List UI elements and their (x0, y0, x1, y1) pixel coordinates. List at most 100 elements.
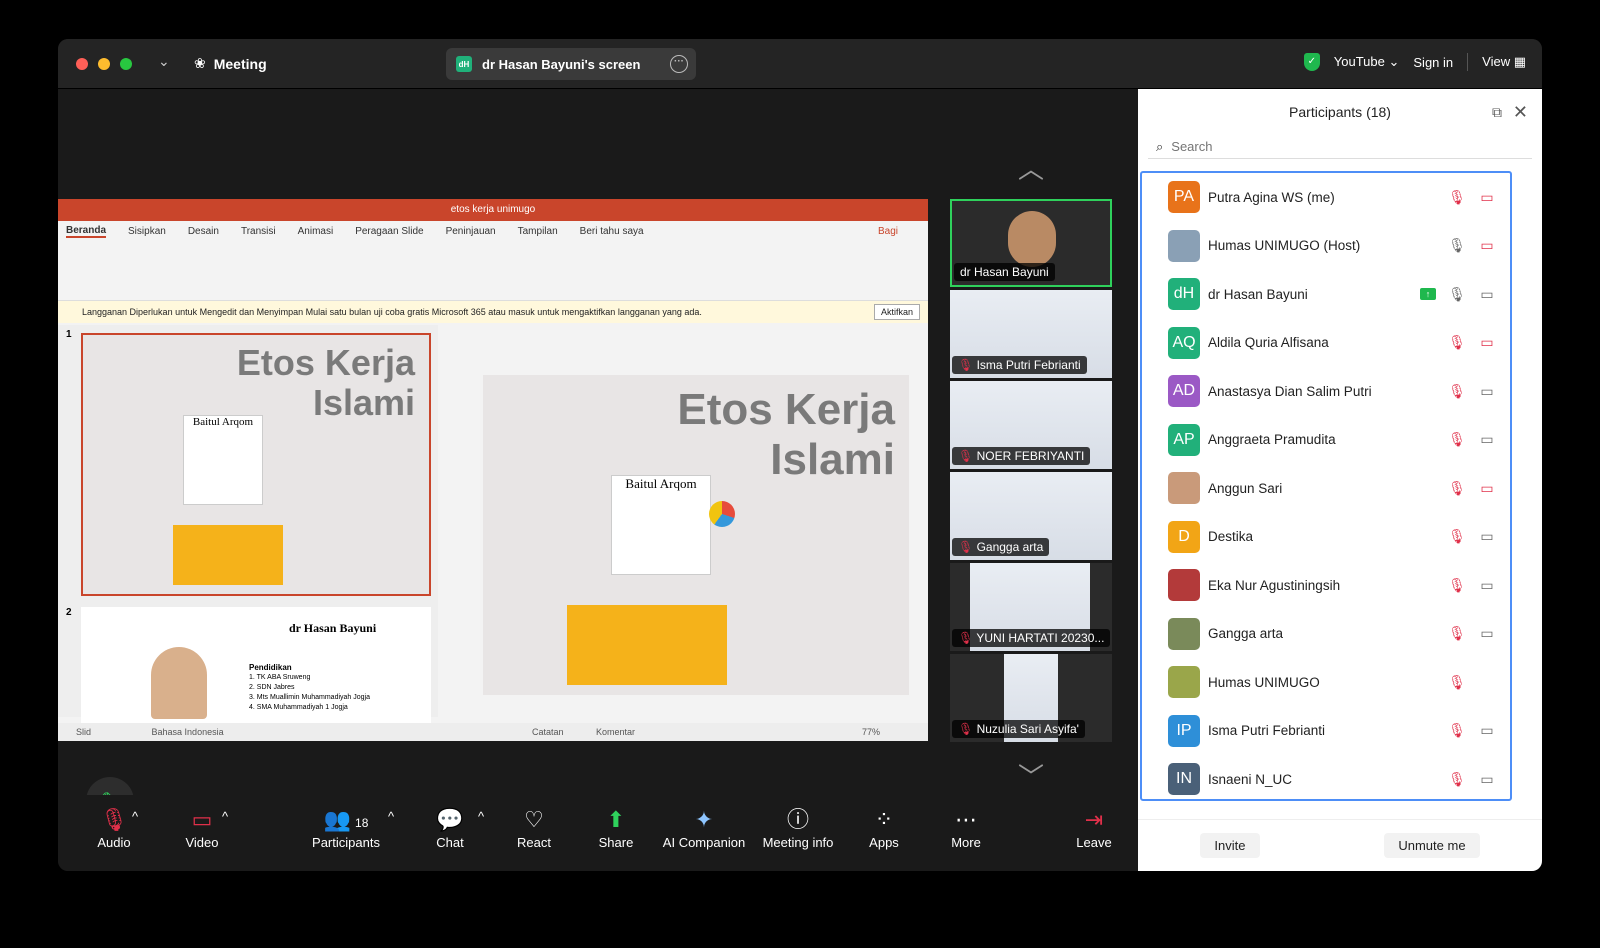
video-icon[interactable]: ▭ (1478, 625, 1496, 642)
ppt-tab[interactable]: Beranda (66, 225, 107, 238)
ppt-share-button[interactable]: Bagi (878, 226, 898, 237)
mic-muted-icon[interactable]: 🎙 (1448, 334, 1466, 351)
comments-button[interactable]: Komentar (596, 723, 635, 741)
participant-row[interactable]: AQ Aldila Quria Alfisana 🎙 ▭ (1142, 319, 1510, 368)
video-tile[interactable]: dr Hasan Bayuni (950, 199, 1112, 287)
slide-thumbnail-1[interactable]: Etos Kerja Islami Baitul Arqom (81, 333, 431, 596)
video-icon[interactable]: ▭ (1478, 577, 1496, 594)
video-icon[interactable]: ▭ (1478, 286, 1496, 303)
ppt-status-bar: Slid Bahasa Indonesia Catatan Komentar 7… (58, 723, 928, 741)
participant-row[interactable]: Eka Nur Agustiningsih 🎙 ▭ (1142, 561, 1510, 610)
video-tile[interactable]: 🎙 YUNI HARTATI 20230... (950, 563, 1112, 651)
notes-button[interactable]: Catatan (532, 723, 564, 741)
slide2-item: 3. Mts Muallimin Muhammadiyah Jogja (249, 694, 370, 701)
maximize-window-button[interactable] (120, 58, 132, 70)
shared-powerpoint[interactable]: etos kerja unimugo Beranda Sisipkan Desa… (58, 199, 928, 741)
view-button[interactable]: View ▦ (1482, 54, 1526, 70)
close-window-button[interactable] (76, 58, 88, 70)
video-tile[interactable]: 🎙 Nuzulia Sari Asyifa' (950, 654, 1112, 742)
video-icon[interactable]: ▭ (1478, 771, 1496, 788)
mic-muted-icon[interactable]: 🎙 (1448, 722, 1466, 739)
encryption-shield-icon[interactable]: ✓ (1303, 53, 1320, 71)
mic-muted-icon[interactable]: 🎙 (1448, 383, 1466, 400)
participants-button[interactable]: 👥 18 Participants (308, 805, 384, 850)
participant-row[interactable]: IP Isma Putri Febrianti 🎙 ▭ (1142, 707, 1510, 756)
ppt-tab[interactable]: Peninjauan (446, 226, 496, 237)
mic-muted-icon[interactable]: 🎙 (1448, 189, 1466, 206)
zoom-level[interactable]: 77% (862, 723, 880, 741)
video-off-icon[interactable]: ▭ (1478, 237, 1496, 254)
unmute-me-button[interactable]: Unmute me (1384, 833, 1480, 858)
meeting-menu[interactable]: ❀ Meeting (194, 55, 267, 72)
mic-icon[interactable]: 🎙 (1448, 286, 1466, 303)
meeting-label: Meeting (213, 55, 267, 72)
mic-muted-icon[interactable]: 🎙 (1448, 625, 1466, 642)
minimize-window-button[interactable] (98, 58, 110, 70)
react-button[interactable]: ♡ React (514, 805, 554, 850)
ppt-tell-me[interactable]: Beri tahu saya (580, 226, 644, 237)
desk-illustration (173, 525, 283, 585)
youtube-dropdown[interactable]: YouTube ⌄ (1334, 54, 1400, 70)
participant-row[interactable]: Gangga arta 🎙 ▭ (1142, 610, 1510, 659)
video-icon[interactable]: ▭ (1478, 383, 1496, 400)
ai-companion-button[interactable]: ✦ AI Companion (662, 805, 746, 850)
video-off-icon[interactable]: ▭ (1478, 334, 1496, 351)
video-icon[interactable]: ▭ (1478, 528, 1496, 545)
participant-row[interactable]: IN Isnaeni N_UC 🎙 ▭ (1142, 755, 1510, 799)
sign-in-button[interactable]: Sign in (1413, 55, 1453, 70)
video-tile[interactable]: 🎙 NOER FEBRIYANTI (950, 381, 1112, 469)
invite-button[interactable]: Invite (1200, 833, 1260, 858)
ppt-tab[interactable]: Animasi (298, 226, 334, 237)
scroll-up-icon[interactable]: ︿ (1018, 149, 1044, 186)
main-slide[interactable]: Etos Kerja Islami Baitul Arqom (483, 375, 909, 695)
search-input[interactable] (1171, 139, 1472, 154)
mic-muted-icon[interactable]: 🎙 (1448, 577, 1466, 594)
video-icon[interactable]: ▭ (1478, 722, 1496, 739)
meeting-info-button[interactable]: ⓘ Meeting info (758, 805, 838, 850)
audio-options-caret[interactable]: ^ (132, 809, 138, 824)
popout-icon[interactable]: ⧉ (1492, 89, 1502, 135)
close-icon[interactable]: ✕ (1513, 89, 1528, 135)
participant-row[interactable]: Humas UNIMUGO 🎙 (1142, 658, 1510, 707)
ppt-tab[interactable]: Peragaan Slide (355, 226, 423, 237)
video-off-icon[interactable]: ▭ (1478, 480, 1496, 497)
ppt-tab[interactable]: Sisipkan (128, 226, 166, 237)
mic-muted-icon[interactable]: 🎙 (1448, 431, 1466, 448)
leave-button[interactable]: ⇥ Leave (1074, 805, 1114, 850)
video-tile[interactable]: 🎙 Gangga arta (950, 472, 1112, 560)
chevron-down-icon[interactable]: ⌄ (158, 53, 170, 70)
screen-share-pill[interactable]: dH dr Hasan Bayuni's screen ··· (446, 48, 696, 80)
participant-row[interactable]: PA Putra Agina WS (me) 🎙 ▭ (1142, 173, 1510, 222)
video-options-caret[interactable]: ^ (222, 809, 228, 824)
mic-icon[interactable]: 🎙 (1448, 237, 1466, 254)
video-off-icon[interactable]: ▭ (1478, 189, 1496, 206)
more-button[interactable]: ⋯ More (946, 805, 986, 850)
participant-row[interactable]: Anggun Sari 🎙 ▭ (1142, 464, 1510, 513)
slide-thumbnail-2[interactable]: dr Hasan Bayuni Pendidikan 1. TK ABA Sru… (81, 607, 431, 727)
participant-row[interactable]: AP Anggraeta Pramudita 🎙 ▭ (1142, 416, 1510, 465)
chat-options-caret[interactable]: ^ (478, 809, 484, 824)
participants-options-caret[interactable]: ^ (388, 809, 394, 824)
ppt-tab[interactable]: Desain (188, 226, 219, 237)
activate-button[interactable]: Aktifkan (873, 304, 920, 320)
ppt-tab[interactable]: Transisi (241, 226, 276, 237)
participant-row[interactable]: Humas UNIMUGO (Host) 🎙 ▭ (1142, 222, 1510, 271)
ppt-tab[interactable]: Tampilan (518, 226, 558, 237)
video-tile[interactable]: 🎙 Isma Putri Febrianti (950, 290, 1112, 378)
participant-row[interactable]: dH dr Hasan Bayuni ↑ 🎙 ▭ (1142, 270, 1510, 319)
apps-button[interactable]: ⁘ Apps (864, 805, 904, 850)
mic-muted-icon[interactable]: 🎙 (1448, 480, 1466, 497)
scroll-down-icon[interactable]: ﹀ (1018, 757, 1044, 794)
participant-status-icons: 🎙 ▭ (1448, 480, 1496, 497)
main-slide-title: Etos Kerja Islami (677, 385, 895, 485)
mic-muted-icon[interactable]: 🎙 (1448, 528, 1466, 545)
mic-muted-icon[interactable]: 🎙 (1448, 674, 1466, 691)
thumb-title-line1: Etos Kerja (236, 342, 415, 383)
more-options-icon[interactable]: ··· (670, 55, 688, 73)
share-button[interactable]: ⬆ Share (596, 805, 636, 850)
participant-row[interactable]: AD Anastasya Dian Salim Putri 🎙 ▭ (1142, 367, 1510, 416)
chat-button[interactable]: 💬 Chat (430, 805, 470, 850)
mic-muted-icon[interactable]: 🎙 (1448, 771, 1466, 788)
video-icon[interactable]: ▭ (1478, 431, 1496, 448)
participant-row[interactable]: D Destika 🎙 ▭ (1142, 513, 1510, 562)
